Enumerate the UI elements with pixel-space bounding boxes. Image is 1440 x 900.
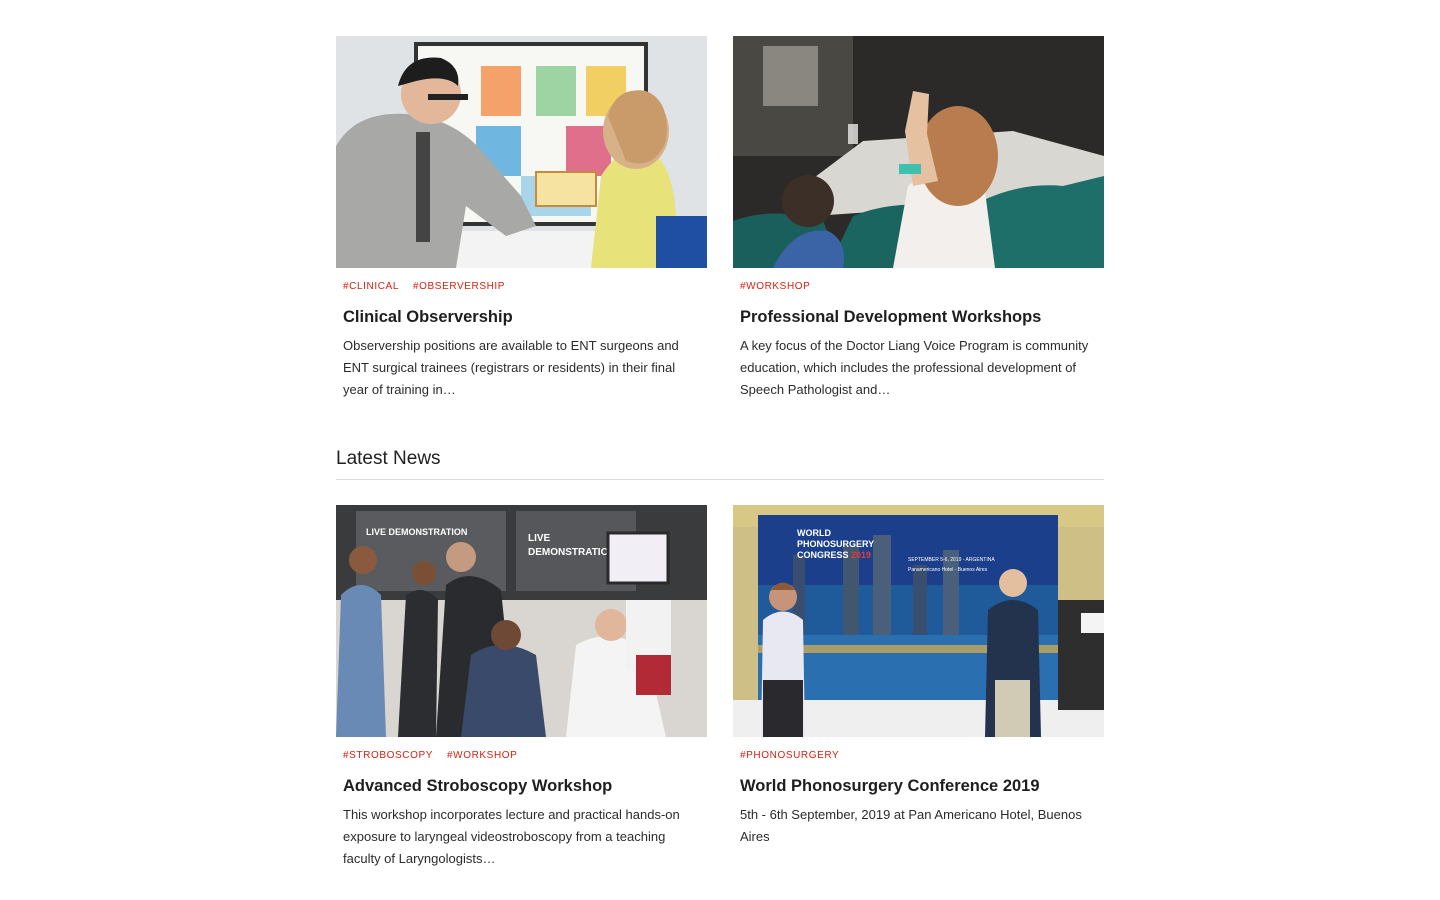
card-excerpt: A key focus of the Doctor Liang Voice Pr… <box>740 338 1089 397</box>
stroboscopy-photo: LIVE DEMONSTRATION LIVE DEMONSTRATION <box>336 505 707 737</box>
banner-year: 2019 <box>851 550 871 560</box>
latest-news-header: Latest News <box>336 447 1104 480</box>
banner-date: SEPTEMBER 5-6, 2019 - ARGENTINA <box>908 557 995 563</box>
tag-list: #CLINICAL #OBSERVERSHIP <box>336 280 707 294</box>
card-title-link[interactable]: Professional Development Workshops <box>733 307 1104 327</box>
programs-grid: #CLINICAL #OBSERVERSHIP Clinical Observe… <box>336 36 1104 401</box>
tag-link[interactable]: #CLINICAL <box>343 280 399 294</box>
card-stroboscopy-workshop: LIVE DEMONSTRATION LIVE DEMONSTRATION #S… <box>336 505 707 870</box>
content-wrapper: #CLINICAL #OBSERVERSHIP Clinical Observe… <box>336 36 1104 870</box>
tag-link[interactable]: #STROBOSCOPY <box>343 749 433 763</box>
section-title: Latest News <box>336 448 441 469</box>
card-image-link[interactable] <box>336 36 707 268</box>
banner-line1: WORLD <box>797 528 831 538</box>
card-title-link[interactable]: Clinical Observership <box>336 307 707 327</box>
card-phonosurgery-conference: WORLD PHONOSURGERY CONGRESS 2019 SEPTEMB… <box>733 505 1104 870</box>
screen-right-line2: DEMONSTRATION <box>528 547 616 558</box>
banner-venue: Panamericano Hotel - Buenos Aires <box>908 567 988 573</box>
card-excerpt: 5th - 6th September, 2019 at Pan America… <box>740 807 1082 844</box>
card-professional-development: #WORKSHOP Professional Development Works… <box>733 36 1104 401</box>
card-image-link[interactable]: WORLD PHONOSURGERY CONGRESS 2019 SEPTEMB… <box>733 505 1104 737</box>
screen-left-text: LIVE DEMONSTRATION <box>366 527 467 537</box>
tag-list: #WORKSHOP <box>733 280 1104 294</box>
banner-line3: CONGRESS <box>797 550 849 560</box>
tag-link[interactable]: #OBSERVERSHIP <box>413 280 505 294</box>
conference-photo: WORLD PHONOSURGERY CONGRESS 2019 SEPTEMB… <box>733 505 1104 737</box>
tag-list: #PHONOSURGERY <box>733 749 1104 763</box>
card-image-link[interactable]: LIVE DEMONSTRATION LIVE DEMONSTRATION <box>336 505 707 737</box>
card-excerpt: This workshop incorporates lecture and p… <box>343 807 680 866</box>
card-excerpt: Observership positions are available to … <box>343 338 679 397</box>
banner-line2: PHONOSURGERY <box>797 539 874 549</box>
observership-photo <box>336 36 707 268</box>
card-image-link[interactable] <box>733 36 1104 268</box>
card-clinical-observership: #CLINICAL #OBSERVERSHIP Clinical Observe… <box>336 36 707 401</box>
tag-link[interactable]: #PHONOSURGERY <box>740 749 839 763</box>
tag-link[interactable]: #WORKSHOP <box>447 749 517 763</box>
tag-link[interactable]: #WORKSHOP <box>740 280 810 294</box>
news-grid: LIVE DEMONSTRATION LIVE DEMONSTRATION #S… <box>336 505 1104 870</box>
screen-right-line1: LIVE <box>528 533 551 544</box>
tag-list: #STROBOSCOPY #WORKSHOP <box>336 749 707 763</box>
card-title-link[interactable]: Advanced Stroboscopy Workshop <box>336 776 707 796</box>
card-title-link[interactable]: World Phonosurgery Conference 2019 <box>733 776 1104 796</box>
workshop-photo <box>733 36 1104 268</box>
